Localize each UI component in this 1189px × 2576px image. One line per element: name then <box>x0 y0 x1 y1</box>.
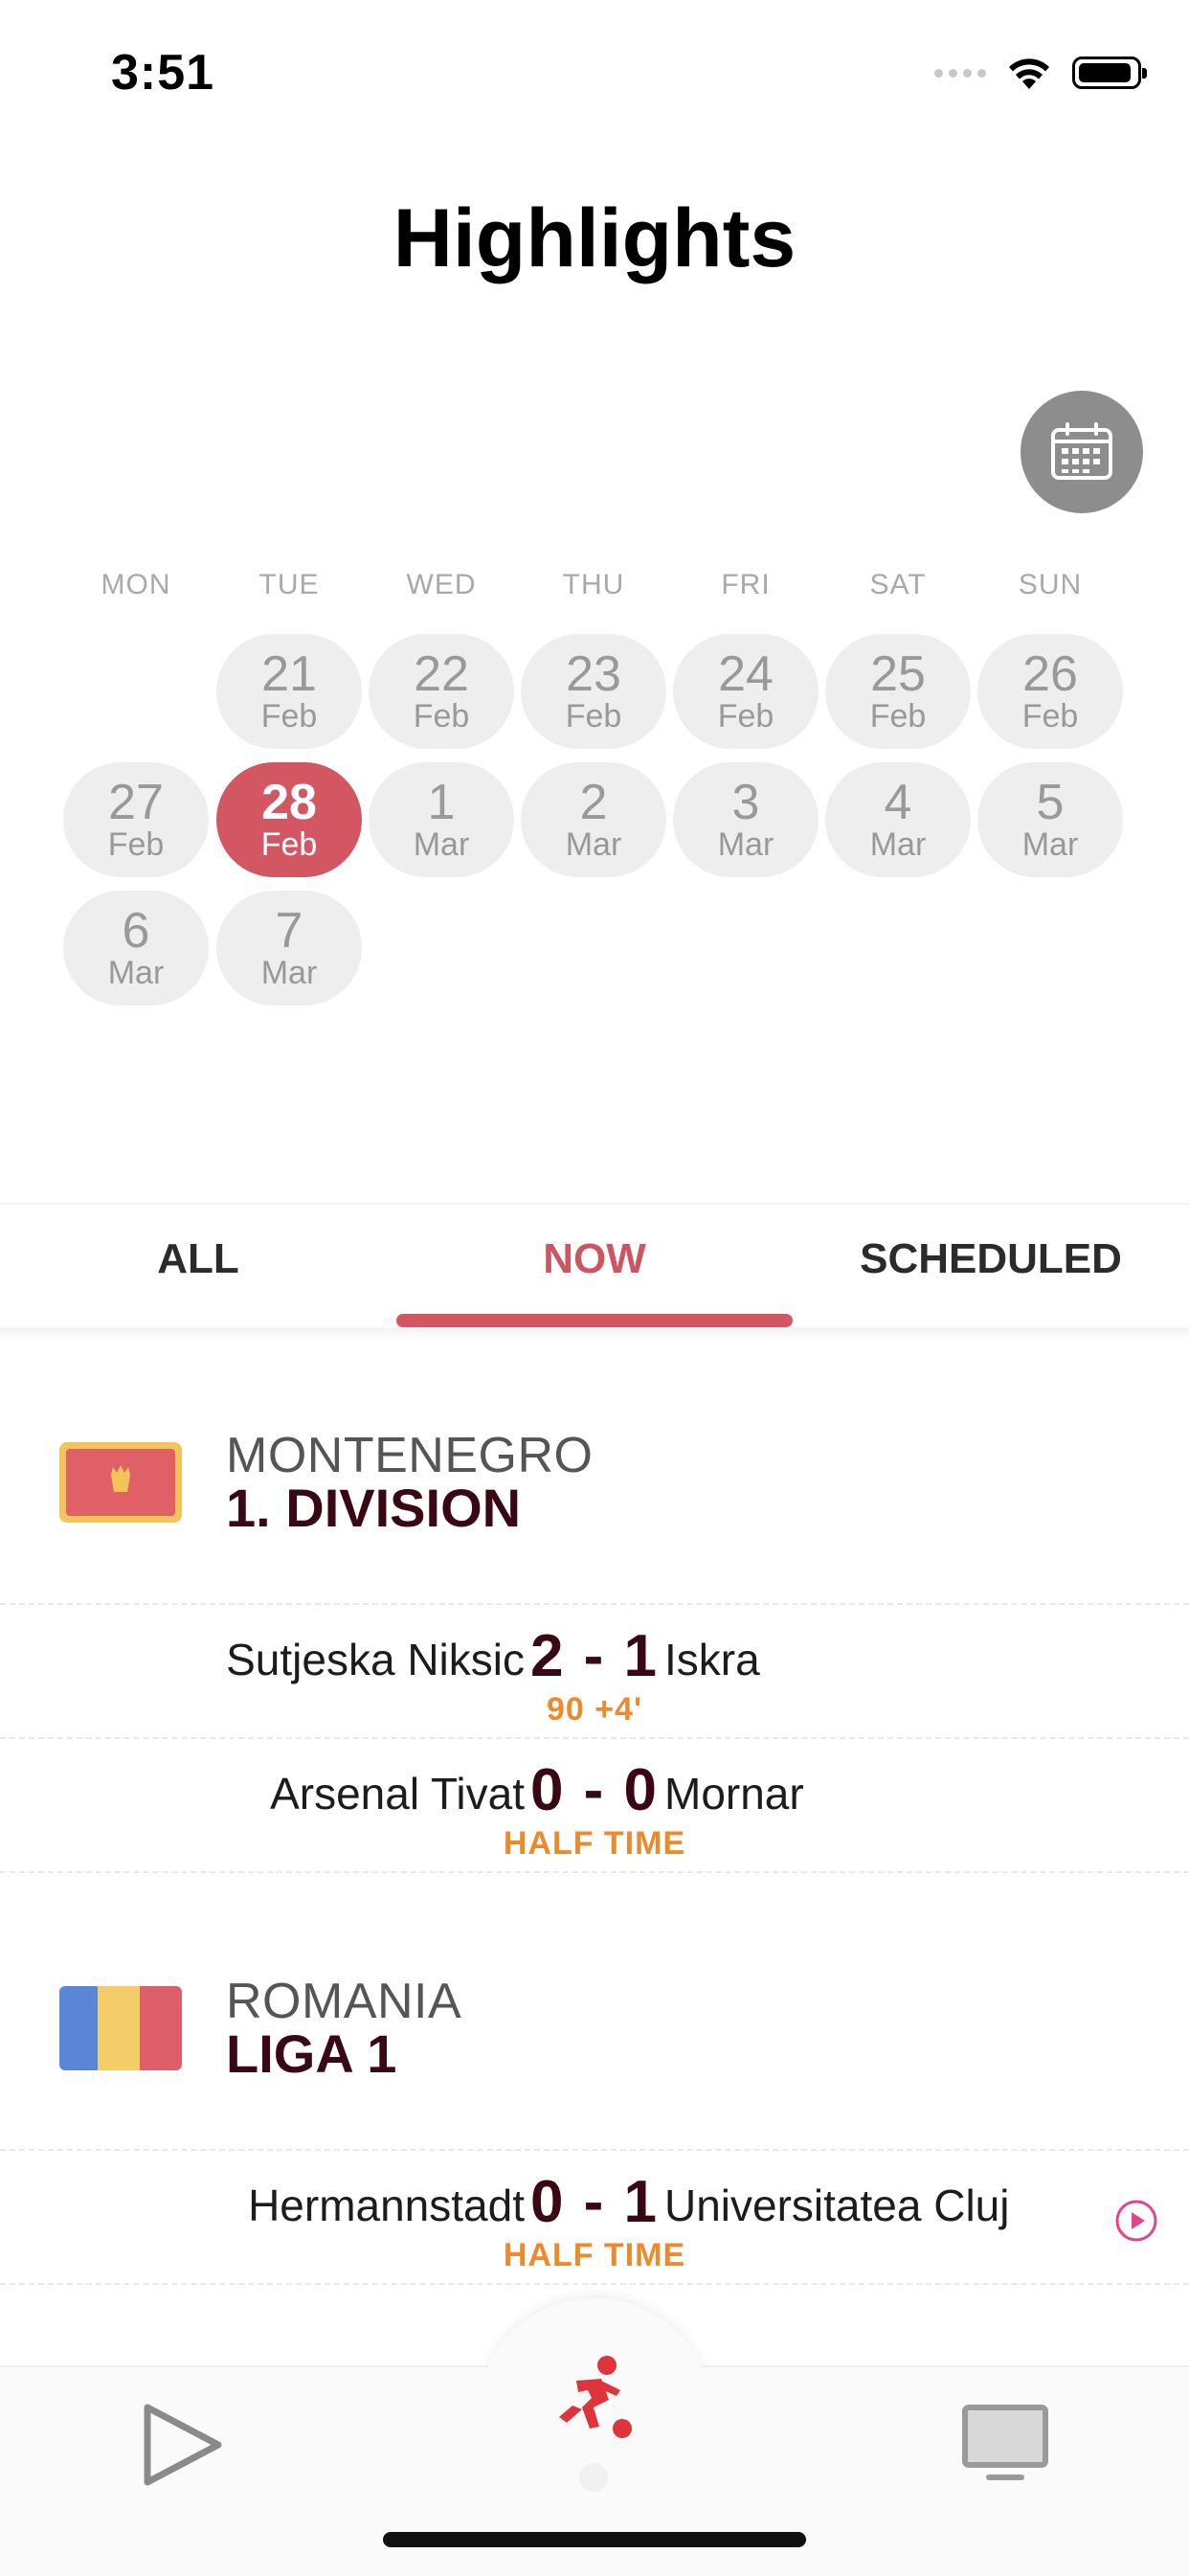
weekday-mon: MON <box>101 569 171 600</box>
video-play-button[interactable] <box>1114 2199 1158 2243</box>
league-name: 1. DIVISION <box>226 1478 522 1538</box>
calendar-button[interactable] <box>1021 391 1143 513</box>
tab-indicator <box>396 1314 793 1327</box>
match-status: 90 +4' <box>546 1691 643 1728</box>
day-pill[interactable]: 23 Feb <box>521 634 666 749</box>
match-row[interactable]: Arsenal Tivat 0 - 0 Mornar HALF TIME <box>0 1739 1189 1873</box>
weekday-sun: SUN <box>1018 569 1083 600</box>
away-team: Universitatea Cluj <box>664 2181 1010 2230</box>
day-pill[interactable]: 25 Feb <box>825 634 971 749</box>
day-pill[interactable]: 7 Mar <box>216 891 362 1006</box>
weekday-thu: THU <box>562 569 625 600</box>
day-pill[interactable]: 27 Feb <box>63 762 209 877</box>
tab-bar-tv[interactable] <box>961 2404 1049 2484</box>
status-time: 3:51 <box>111 45 215 101</box>
day-pill[interactable]: 21 Feb <box>216 634 362 749</box>
weekday-wed: WED <box>406 569 477 600</box>
match-score: 0 - 0 <box>529 1757 660 1823</box>
tab-all[interactable]: ALL <box>0 1235 396 1283</box>
match-score: 2 - 1 <box>529 1623 660 1689</box>
day-pill[interactable]: 4 Mar <box>825 762 971 877</box>
day-pill[interactable]: 22 Feb <box>369 634 514 749</box>
match-row[interactable]: Hermannstadt 0 - 1 Universitatea Cluj HA… <box>0 2151 1189 2285</box>
day-pill[interactable]: 6 Mar <box>63 891 209 1006</box>
home-indicator <box>383 2532 806 2547</box>
soccer-player-icon <box>559 2356 632 2438</box>
home-team: Arsenal Tivat <box>270 1769 525 1819</box>
day-pill[interactable]: 2 Mar <box>521 762 666 877</box>
weekday-fri: FRI <box>721 569 771 600</box>
day-pill[interactable]: 24 Feb <box>673 634 819 749</box>
tab-bar-play[interactable] <box>138 2402 224 2488</box>
tab-scheduled[interactable]: SCHEDULED <box>793 1235 1189 1283</box>
match-status: HALF TIME <box>503 2237 686 2273</box>
day-pill[interactable]: 3 Mar <box>673 762 819 877</box>
match-score: 0 - 1 <box>529 2169 660 2235</box>
home-team: Sutjeska Niksic <box>226 1635 525 1684</box>
tab-now[interactable]: NOW <box>396 1235 793 1283</box>
status-icons <box>934 54 1147 92</box>
video-play-icon <box>1115 2200 1157 2242</box>
league-country: MONTENEGRO <box>226 1428 594 1483</box>
weekday-sat: SAT <box>869 569 927 600</box>
wifi-icon <box>1009 58 1049 89</box>
battery-icon <box>1072 56 1147 89</box>
signal-icon <box>934 68 986 78</box>
league-name: LIGA 1 <box>226 2023 397 2084</box>
tab-bar-live[interactable] <box>548 2352 643 2448</box>
home-team: Hermannstadt <box>248 2181 525 2230</box>
day-pill[interactable]: 1 Mar <box>369 762 514 877</box>
match-status: HALF TIME <box>503 1825 686 1862</box>
tabs-divider <box>0 1203 1189 1205</box>
page-title: Highlights <box>393 192 796 284</box>
match-row[interactable]: Sutjeska Niksic 2 - 1 Iskra 90 +4' <box>0 1605 1189 1739</box>
day-pill[interactable]: 5 Mar <box>977 762 1123 877</box>
romania-flag <box>59 1986 182 2070</box>
away-team: Mornar <box>664 1769 804 1819</box>
tv-icon <box>962 2405 1048 2480</box>
league-country: ROMANIA <box>226 1974 462 2029</box>
day-pill[interactable]: 26 Feb <box>977 634 1123 749</box>
play-icon <box>144 2404 222 2486</box>
montenegro-flag <box>59 1442 182 1523</box>
weekday-tue: TUE <box>258 569 320 600</box>
day-pill-selected[interactable]: 28 Feb <box>216 762 362 877</box>
calendar-icon <box>1051 422 1112 480</box>
away-team: Iskra <box>664 1635 760 1684</box>
